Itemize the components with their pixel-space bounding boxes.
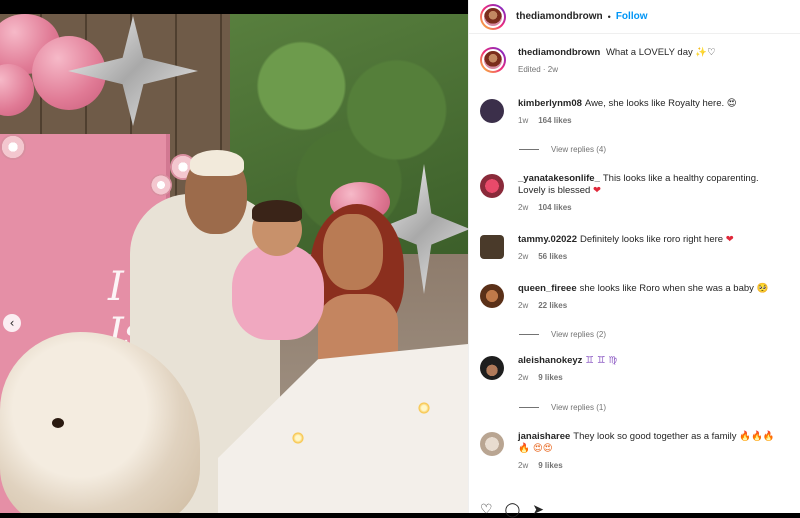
comment-time: 2w [518,373,529,382]
comment-likes[interactable]: 56 likes [538,252,567,261]
comment-panel: thediamondbrown • Follow thediamondbrown… [468,0,800,518]
view-replies-button[interactable]: View replies (1) [519,403,606,412]
comment-item: kimberlynm08 Awe, she looks like Royalty … [480,98,792,125]
comment-time: 2w [518,252,529,261]
top-bar [0,0,468,14]
marquee-bulb [418,402,430,414]
comment-item: janaisharee They look so good together as… [480,431,792,470]
comment-username[interactable]: tammy.02022 [518,234,577,245]
zodiac-emoji: ♊ ♊ ♍ [585,355,618,366]
comment-time: 2w [518,203,529,212]
pony-eye [52,418,64,428]
baby-hair [252,200,302,222]
comment-username[interactable]: queen_fireee [518,283,577,294]
commenter-avatar[interactable] [480,432,504,456]
flower [0,134,26,160]
commenter-avatar[interactable] [480,356,504,380]
author-username[interactable]: thediamondbrown [516,11,603,22]
commenter-avatar[interactable] [480,284,504,308]
heart-emoji: ❤ [725,234,734,245]
comment-text: Definitely looks like roro right here [579,234,724,245]
comment-item: aleishanokeyz ♊ ♊ ♍ 2w 9 likes [480,355,792,382]
carousel-prev-icon[interactable]: ‹ [3,314,21,332]
post-header: thediamondbrown • Follow [469,0,800,34]
comment-time: 1w [518,116,529,125]
comment-username[interactable]: _yanatakesonlife_ [518,173,600,184]
comment-emoji: 🥺 [756,283,769,294]
flower [150,174,172,196]
commenter-avatar[interactable] [480,174,504,198]
author-avatar[interactable] [480,3,506,30]
comment-username[interactable]: kimberlynm08 [518,98,582,109]
commenter-avatar[interactable] [480,235,504,259]
comment-text: They look so good together as a family [573,431,737,442]
baby-dress [232,244,324,340]
comment-item: tammy.02022 Definitely looks like roro ri… [480,234,792,261]
caption-meta: Edited · 2w [518,65,559,74]
follow-button[interactable]: Follow [616,11,648,22]
header-separator: • [607,11,611,22]
comment-time: 2w [518,461,529,470]
view-replies-button[interactable]: View replies (2) [519,330,606,339]
share-icon[interactable]: ➤ [532,502,544,518]
view-replies-label: View replies (2) [551,330,606,339]
comment-text: she looks like Roro when she was a baby [579,283,754,294]
man-hair [190,150,244,176]
comment-username[interactable]: aleishanokeyz [518,355,582,366]
view-replies-label: View replies (4) [551,145,606,154]
marquee-bulb [292,432,304,444]
caption-avatar[interactable] [480,47,506,73]
comment-likes[interactable]: 9 likes [538,373,562,382]
commenter-avatar[interactable] [480,99,504,123]
comment-text: Awe, she looks like Royalty here. [584,98,725,109]
comment-username[interactable]: janaisharee [518,431,570,442]
post-actions: ♡ ◯ ➤ [480,502,544,518]
comment-item: _yanatakesonlife_ This looks like a healt… [480,173,792,212]
comment-time: 2w [518,301,529,310]
woman-head [323,214,383,290]
caption-emoji: ✨♡ [695,47,716,58]
post-photo[interactable]: I Is ‹ [0,14,468,513]
comment-likes[interactable]: 164 likes [538,116,571,125]
view-replies-label: View replies (1) [551,403,606,412]
heart-emoji: ❤ [593,185,601,196]
caption-text: What a LOVELY day [605,47,693,58]
comment-emoji: 😍 [726,98,737,109]
like-heart-icon[interactable]: ♡ [480,502,493,518]
comment-likes[interactable]: 22 likes [538,301,567,310]
comment-likes[interactable]: 9 likes [538,461,562,470]
caption-username[interactable]: thediamondbrown [518,47,600,58]
post-caption: thediamondbrown What a LOVELY day ✨♡ Edi… [480,47,792,74]
comment-icon[interactable]: ◯ [505,502,521,518]
view-replies-button[interactable]: View replies (4) [519,145,606,154]
comment-item: queen_fireee she looks like Roro when she… [480,283,792,310]
comment-likes[interactable]: 104 likes [538,203,571,212]
